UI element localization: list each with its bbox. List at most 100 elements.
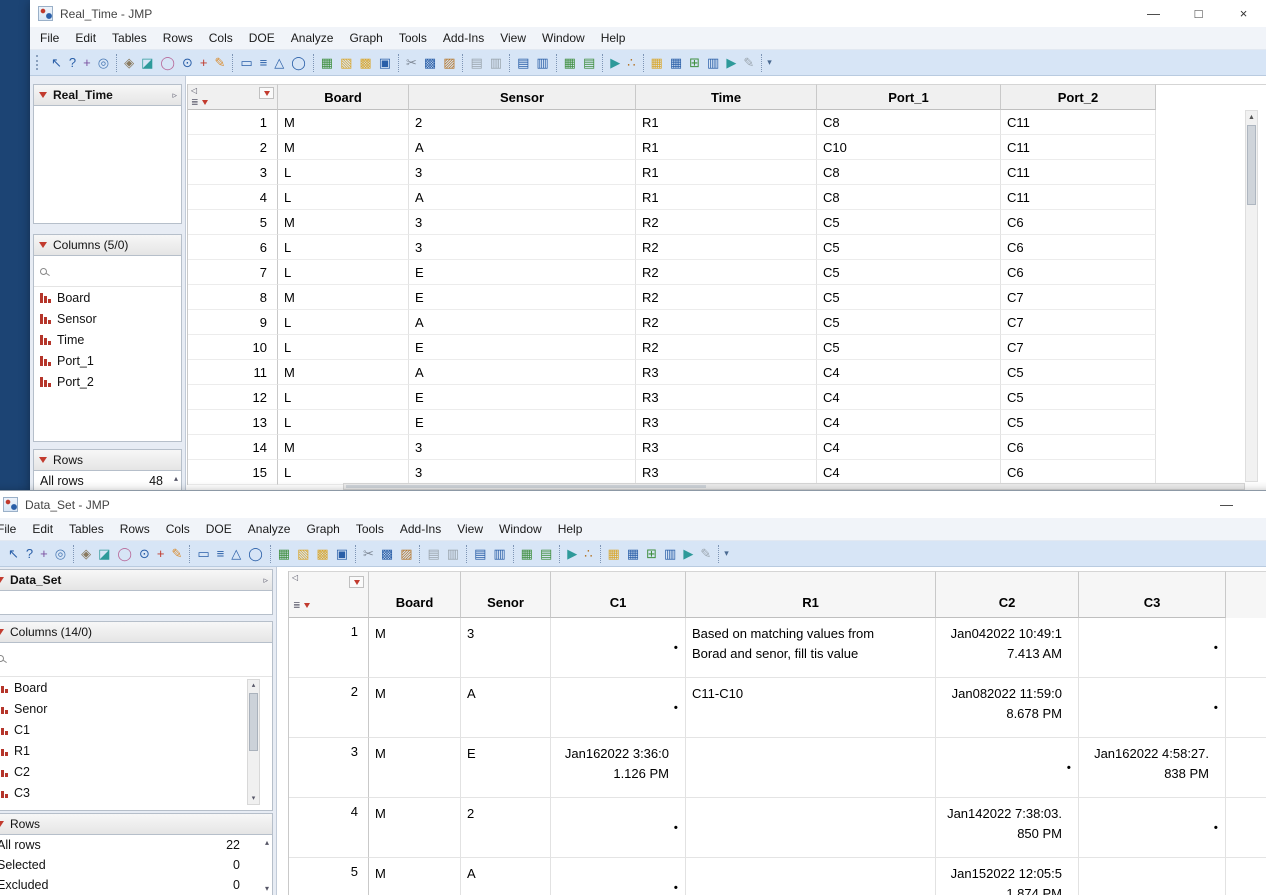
menu-item[interactable]: View — [492, 28, 534, 48]
join-tables-icon[interactable]: ⊞ — [646, 547, 657, 560]
table-panel-header[interactable]: Real_Time ▹ — [34, 85, 181, 106]
rows-panel-header[interactable]: Rows — [34, 450, 181, 471]
cut-icon[interactable]: ✂ — [406, 56, 417, 69]
panel-expander-icon[interactable]: ▹ — [172, 90, 177, 101]
cell-board[interactable]: L — [278, 235, 409, 260]
menu-item[interactable]: Help — [550, 519, 591, 539]
cell-port2[interactable]: C6 — [1001, 260, 1156, 285]
move-first-icon[interactable]: ▤ — [517, 56, 529, 69]
cell-port1[interactable]: C10 — [817, 135, 1001, 160]
cell-port2[interactable]: C5 — [1001, 410, 1156, 435]
brush-tool-icon[interactable]: ◪ — [141, 56, 153, 69]
summary-table-icon[interactable]: ▤ — [540, 547, 552, 560]
horizontal-scrollbar[interactable] — [343, 483, 1245, 490]
add-points-tool-icon[interactable]: + — [157, 547, 165, 560]
cell-senor[interactable]: E — [461, 738, 551, 798]
column-header[interactable]: C2 — [936, 571, 1079, 618]
menu-item[interactable]: Window — [534, 28, 593, 48]
columns-filter-box[interactable] — [34, 256, 181, 287]
cell-board[interactable]: L — [278, 335, 409, 360]
scroll-down-icon[interactable]: ▾ — [265, 884, 269, 893]
cell-c1[interactable]: Jan162022 3:36:0 1.126 PM — [551, 738, 686, 798]
scrollbar-thumb[interactable] — [249, 693, 258, 751]
scroll-down-icon[interactable]: ▾ — [248, 793, 259, 804]
red-triangle-menu-icon[interactable] — [0, 629, 4, 635]
cell-sensor[interactable]: 3 — [409, 435, 636, 460]
menu-item[interactable]: File — [0, 519, 24, 539]
cell-c1[interactable]: • — [551, 618, 686, 678]
cell-c1[interactable]: • — [551, 858, 686, 895]
select-tool-icon[interactable]: ↖ — [51, 56, 62, 69]
row-number[interactable]: 15 — [188, 460, 278, 485]
close-button[interactable]: × — [1221, 0, 1266, 27]
new-journal-icon[interactable]: ▧ — [340, 56, 352, 69]
graph-builder-icon[interactable]: ∴ — [584, 547, 592, 560]
red-triangle-menu-icon[interactable] — [39, 242, 47, 248]
subset-icon[interactable]: ▶ — [683, 547, 693, 560]
oval-tool-icon[interactable]: ◯ — [291, 56, 306, 69]
rectangle-tool-icon[interactable]: ▭ — [197, 547, 209, 560]
cell-board[interactable]: M — [369, 738, 461, 798]
menu-item[interactable]: DOE — [241, 28, 283, 48]
grid-view-icon[interactable]: ▦ — [627, 547, 639, 560]
cell-port2[interactable]: C6 — [1001, 435, 1156, 460]
red-triangle-menu-icon[interactable] — [0, 577, 4, 583]
cell-time[interactable]: R3 — [636, 385, 817, 410]
toolbar-overflow-icon[interactable]: ▾ — [767, 57, 772, 68]
row-number[interactable]: 14 — [188, 435, 278, 460]
copy-icon[interactable]: ▩ — [381, 547, 393, 560]
column-header[interactable]: C1 — [551, 571, 686, 618]
cell-port2[interactable]: C7 — [1001, 310, 1156, 335]
open-icon[interactable]: ▩ — [316, 547, 328, 560]
menu-item[interactable]: Tables — [104, 28, 155, 48]
column-list-item[interactable]: Board — [0, 677, 272, 698]
graph-builder-icon[interactable]: ∴ — [627, 56, 635, 69]
journal-page-icon[interactable]: ▤ — [427, 547, 439, 560]
column-header[interactable]: Board — [369, 571, 461, 618]
help-tool-icon[interactable]: ? — [69, 56, 76, 69]
menu-item[interactable]: Help — [593, 28, 634, 48]
data-table-icon[interactable]: ▦ — [564, 56, 576, 69]
table-panel-header[interactable]: Data_Set ▹ — [0, 570, 272, 591]
summary-table-icon[interactable]: ▤ — [583, 56, 595, 69]
column-list-item[interactable]: Time — [34, 329, 181, 350]
cell-sensor[interactable]: A — [409, 185, 636, 210]
column-header[interactable]: C3 — [1079, 571, 1226, 618]
cell-c3[interactable]: • — [1079, 618, 1226, 678]
collapse-panel-icon[interactable]: ◁ — [292, 573, 298, 582]
cell-sensor[interactable]: A — [409, 360, 636, 385]
menu-item[interactable]: Add-Ins — [435, 28, 492, 48]
row-number[interactable]: 4 — [289, 798, 369, 858]
cell-board[interactable]: M — [278, 435, 409, 460]
cell-sensor[interactable]: A — [409, 310, 636, 335]
cell-r1[interactable] — [686, 738, 936, 798]
columns-menu-button[interactable] — [349, 576, 364, 588]
cell-sensor[interactable]: E — [409, 410, 636, 435]
cell-board[interactable]: M — [278, 285, 409, 310]
column-list-item[interactable]: Senor — [0, 698, 272, 719]
cell-sensor[interactable]: A — [409, 135, 636, 160]
cell-board[interactable]: M — [369, 798, 461, 858]
cell-r1[interactable] — [686, 798, 936, 858]
menu-item[interactable]: Tools — [348, 519, 392, 539]
row-number[interactable]: 2 — [289, 678, 369, 738]
tables-menu-icon[interactable]: ▦ — [608, 547, 620, 560]
menu-item[interactable]: Add-Ins — [392, 519, 449, 539]
cell-c1[interactable]: • — [551, 798, 686, 858]
cell-port1[interactable]: C5 — [817, 235, 1001, 260]
dataset-titlebar[interactable]: Data_Set - JMP — □ × — [0, 491, 1266, 518]
cell-port2[interactable]: C7 — [1001, 335, 1156, 360]
cell-board[interactable]: M — [278, 210, 409, 235]
cell-c3[interactable]: • — [1079, 798, 1226, 858]
red-triangle-menu-icon[interactable] — [0, 821, 4, 827]
menu-item[interactable]: Analyze — [283, 28, 342, 48]
row-number[interactable]: 5 — [289, 858, 369, 895]
cell-board[interactable]: M — [278, 360, 409, 385]
realtime-titlebar[interactable]: Real_Time - JMP — □ × — [30, 0, 1266, 27]
cell-time[interactable]: R2 — [636, 285, 817, 310]
cell-sensor[interactable]: E — [409, 335, 636, 360]
column-list-item[interactable]: C2 — [0, 761, 272, 782]
cell-board[interactable]: M — [278, 135, 409, 160]
cell-sensor[interactable]: 2 — [409, 110, 636, 135]
column-header[interactable]: Senor — [461, 571, 551, 618]
